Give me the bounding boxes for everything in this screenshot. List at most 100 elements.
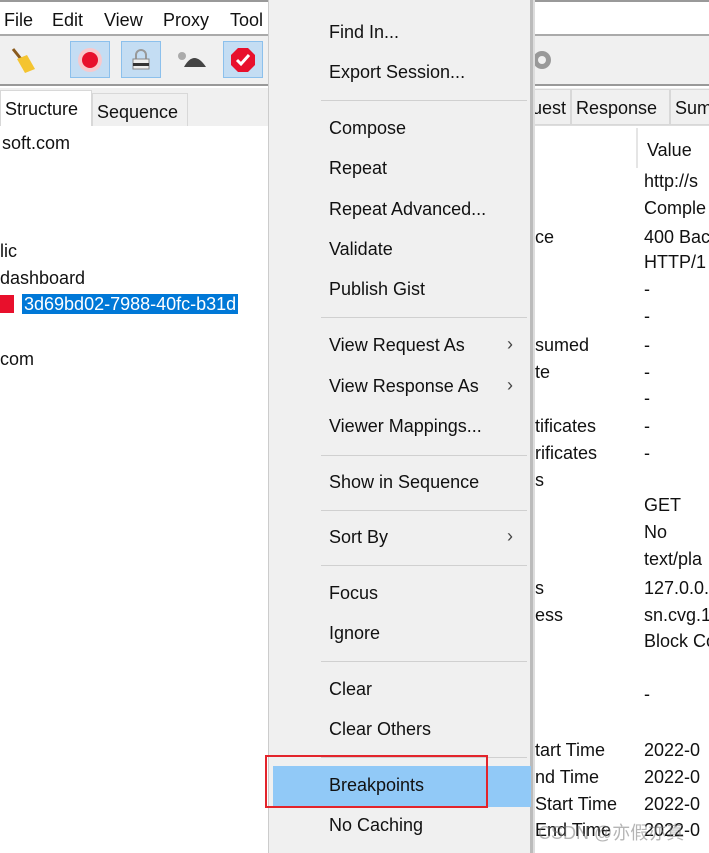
property-name: nd Time <box>535 767 600 787</box>
menu-item-publish-gist[interactable]: Publish Gist <box>269 270 531 310</box>
menu-item-view-response-as[interactable]: View Response As › <box>269 367 531 407</box>
menu-item-show-in-sequence[interactable]: Show in Sequence <box>269 463 531 503</box>
menu-item-partial[interactable] <box>269 0 531 10</box>
property-name: s <box>535 578 544 598</box>
annotation-highlight-box <box>265 755 488 808</box>
menu-item-label: Ignore <box>329 623 381 643</box>
menu-tools[interactable]: Tool <box>230 10 263 31</box>
context-menu: Find In... Export Session... Compose Repeat… <box>268 0 531 853</box>
menu-edit[interactable]: Edit <box>52 10 83 31</box>
tree-item[interactable]: dashboard <box>0 268 85 289</box>
menu-item-label: Find In... <box>329 22 400 42</box>
menu-item-label: Viewer Mappings... <box>329 416 482 436</box>
property-name: tart Time <box>535 740 606 760</box>
property-value[interactable]: GET <box>644 495 681 516</box>
menu-item-label: No Caching <box>329 815 424 835</box>
property-value[interactable]: No <box>644 522 667 543</box>
menu-item-sort-by[interactable]: Sort By › <box>269 518 531 558</box>
menu-item-viewer-mappings[interactable]: Viewer Mappings... <box>269 407 531 447</box>
menu-item-label: Clear Others <box>329 719 432 739</box>
property-value[interactable]: Block Co <box>644 631 709 652</box>
property-value[interactable]: 2022-0 <box>644 740 700 761</box>
menu-item-label: Compose <box>329 118 407 138</box>
property-name: Start Time <box>535 794 618 814</box>
ssl-lock-icon[interactable] <box>121 41 161 78</box>
tree-item[interactable]: soft.com <box>2 133 70 154</box>
property-value[interactable]: - <box>644 416 650 437</box>
menu-item-label: Sort By <box>329 527 389 547</box>
error-file-icon <box>0 295 14 313</box>
menu-separator <box>321 510 527 511</box>
property-value[interactable]: - <box>644 362 650 383</box>
property-value[interactable]: - <box>644 306 650 327</box>
menu-file[interactable]: File <box>4 10 33 31</box>
menu-view[interactable]: View <box>104 10 143 31</box>
menu-proxy[interactable]: Proxy <box>163 10 209 31</box>
menu-item-label: Repeat <box>329 158 388 178</box>
menu-item-view-request-as[interactable]: View Request As › <box>269 326 531 366</box>
breakpoint-stop-icon[interactable] <box>223 41 263 78</box>
property-value[interactable]: - <box>644 684 650 705</box>
menu-item-ignore[interactable]: Ignore <box>269 614 531 654</box>
property-name: ess <box>535 605 564 625</box>
column-divider[interactable] <box>636 128 638 168</box>
broom-icon[interactable] <box>2 41 42 78</box>
menu-item-label: Clear <box>329 679 373 699</box>
throttle-turtle-icon[interactable] <box>173 41 213 78</box>
menu-item-label: Validate <box>329 239 393 259</box>
chevron-right-icon: › <box>507 375 513 395</box>
tree-item[interactable]: com <box>0 349 34 370</box>
menu-item-focus[interactable]: Focus <box>269 574 531 614</box>
property-value[interactable]: 127.0.0. <box>644 578 709 599</box>
menu-item-label: View Response As <box>329 376 479 396</box>
menu-item-label: Publish Gist <box>329 279 426 299</box>
menu-item-label: Repeat Advanced... <box>329 199 487 219</box>
tab-summary[interactable]: Sum <box>670 89 709 125</box>
menu-item-clear[interactable]: Clear <box>269 670 531 710</box>
menu-separator <box>321 455 527 456</box>
property-value[interactable]: 400 Bac <box>644 227 709 248</box>
property-value[interactable]: sn.cvg.1 <box>644 605 709 626</box>
property-name: tificates <box>535 416 597 436</box>
watermark: CSDN @亦假亦真 <box>538 823 685 843</box>
menu-item-validate[interactable]: Validate <box>269 230 531 270</box>
menu-item-no-caching[interactable]: No Caching <box>269 806 531 846</box>
left-tabs: Structure Sequence <box>0 88 268 129</box>
property-value[interactable]: - <box>644 443 650 464</box>
chevron-right-icon: › <box>507 334 513 354</box>
inspector-tabs: uest Response Sum <box>530 88 709 126</box>
property-value[interactable]: http://s <box>644 171 698 192</box>
property-name: rificates <box>535 443 598 463</box>
property-value[interactable]: 2022-0 <box>644 794 700 815</box>
property-name: te <box>535 362 551 382</box>
menu-item-repeat-advanced[interactable]: Repeat Advanced... <box>269 190 531 230</box>
property-value[interactable]: 2022-0 <box>644 767 700 788</box>
property-value[interactable]: - <box>644 388 650 409</box>
tab-sequence[interactable]: Sequence <box>92 93 188 129</box>
menu-item-find-in[interactable]: Find In... <box>269 13 531 53</box>
tab-structure[interactable]: Structure <box>0 90 92 126</box>
property-name: sumed <box>535 335 590 355</box>
tree-item[interactable]: lic <box>0 241 17 262</box>
property-value[interactable]: HTTP/1 <box>644 252 706 273</box>
property-name: s <box>535 470 544 490</box>
menu-item-export-session[interactable]: Export Session... <box>269 53 531 93</box>
tab-request[interactable]: uest <box>530 89 571 125</box>
property-value[interactable]: Comple <box>644 198 706 219</box>
tree-item-selected[interactable]: 3d69bd02-7988-40fc-b31d <box>0 294 268 315</box>
record-icon[interactable] <box>70 41 110 78</box>
menu-separator <box>321 565 527 566</box>
menu-separator <box>321 661 527 662</box>
menu-item-compose[interactable]: Compose <box>269 109 531 149</box>
menu-item-label: View Request As <box>329 335 465 355</box>
property-value[interactable]: - <box>644 335 650 356</box>
structure-tree: soft.com lic dashboard 3d69bd02-7988-40f… <box>0 126 268 853</box>
menu-item-label: Show in Sequence <box>329 472 480 492</box>
menu-separator <box>321 317 527 318</box>
tab-response[interactable]: Response <box>571 89 670 125</box>
property-value[interactable]: text/pla <box>644 549 702 570</box>
property-value[interactable]: - <box>644 279 650 300</box>
menu-item-repeat[interactable]: Repeat <box>269 149 531 189</box>
menu-item-clear-others[interactable]: Clear Others <box>269 710 531 750</box>
value-column-header[interactable]: Value <box>647 140 692 161</box>
